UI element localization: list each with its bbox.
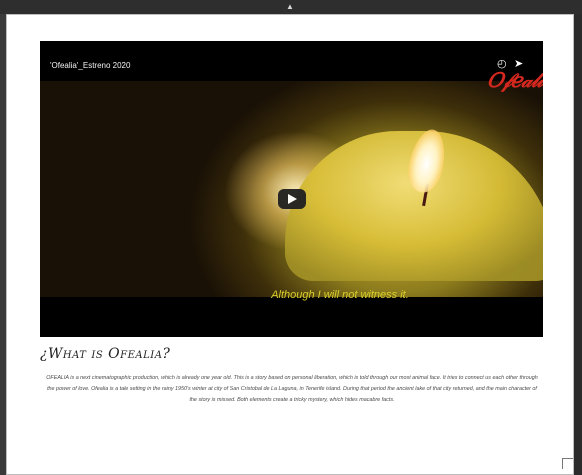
video-player[interactable]: 'Ofealia'_Estreno 2020 ◴ ➤ 𝑂𝒻𝑒𝒶𝓁𝒾𝒶 Altho… xyxy=(40,41,543,337)
section-description: OFEALIA is a next cinematographic produc… xyxy=(46,375,538,403)
video-subtitle: Although I will not witness it. xyxy=(271,289,409,301)
video-title[interactable]: 'Ofealia'_Estreno 2020 xyxy=(50,61,130,70)
right-edge-strip xyxy=(574,14,582,475)
corner-mark xyxy=(562,458,573,469)
collapse-handle-icon[interactable]: ▲ xyxy=(285,3,295,11)
brand-logo: 𝑂𝒻𝑒𝒶𝓁𝒾𝒶 xyxy=(487,68,543,92)
section-heading: ¿What is Ofealia? xyxy=(40,346,171,362)
play-icon xyxy=(288,194,297,204)
play-button[interactable] xyxy=(278,189,306,209)
